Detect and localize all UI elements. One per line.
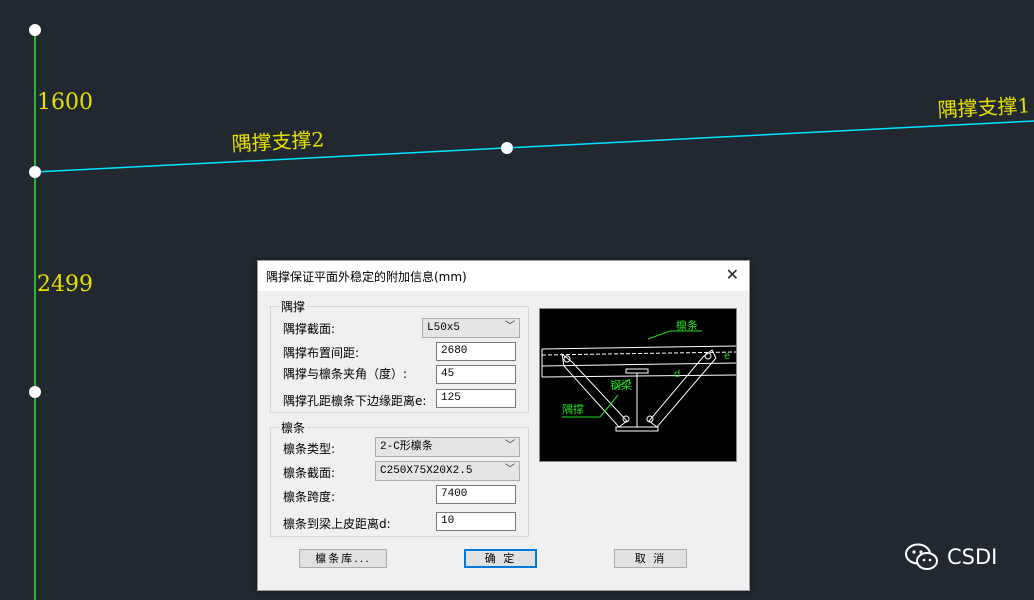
purlin-section-select[interactable]: C250X75X20X2.5 ﹀ (375, 461, 520, 481)
diagram-preview: 檩条 钢梁 隅撑 e d (539, 308, 737, 462)
node-point[interactable] (29, 166, 41, 178)
brace-hole-input[interactable]: 125 (436, 389, 516, 408)
dialog-titlebar[interactable]: 隅撑保证平面外稳定的附加信息(mm) ✕ (258, 261, 749, 291)
purlin-type-select[interactable]: 2-C形檩条 ﹀ (375, 437, 520, 457)
dim-top-label: 1600 (37, 90, 93, 115)
purlin-dist-label: 檩条到梁上皮距离d: (283, 517, 391, 531)
watermark-text: CSDI (947, 545, 998, 569)
cancel-button[interactable]: 取 消 (614, 549, 687, 568)
preview-e-label: e (724, 351, 730, 362)
preview-d-label: d (674, 369, 680, 380)
brace-info-dialog: 隅撑保证平面外稳定的附加信息(mm) ✕ 隅撑 隅撑截面: L50x5 ﹀ 隅撑… (257, 260, 750, 591)
brace-spacing-input[interactable]: 2680 (436, 342, 516, 361)
brace-section-value: L50x5 (427, 322, 461, 334)
close-icon[interactable]: ✕ (726, 265, 739, 284)
preview-beam-label: 钢梁 (610, 378, 632, 392)
watermark: CSDI (905, 543, 997, 571)
brace-line[interactable] (34, 120, 1034, 173)
purlin-library-button[interactable]: 檩条库... (299, 549, 387, 568)
wechat-icon (905, 543, 938, 570)
purlin-span-input[interactable]: 7400 (436, 485, 516, 504)
purlin-group-label: 檩条 (279, 419, 308, 436)
purlin-dist-input[interactable]: 10 (436, 512, 516, 531)
brace-section-label: 隅撑截面: (283, 322, 336, 336)
node-point[interactable] (29, 386, 41, 398)
ok-button[interactable]: 确 定 (464, 549, 537, 568)
preview-purlin-label: 檩条 (676, 318, 698, 332)
purlin-section-value: C250X75X20X2.5 (380, 465, 473, 477)
purlin-type-value: 2-C形檩条 (380, 441, 433, 453)
brace-hole-label: 隅撑孔距檩条下边缘距离e: (283, 394, 427, 408)
node-point[interactable] (29, 24, 41, 36)
brace-section-select[interactable]: L50x5 ﹀ (422, 318, 520, 338)
diagram-svg: 檩条 钢梁 隅撑 e d (541, 318, 737, 432)
dim-bottom-label: 2499 (37, 272, 93, 297)
preview-brace-label: 隅撑 (562, 402, 584, 416)
purlin-span-label: 檩条跨度: (283, 490, 336, 504)
node-point[interactable] (501, 142, 513, 154)
brace-group-label: 隅撑 (279, 298, 308, 315)
brace-angle-input[interactable]: 45 (436, 365, 516, 384)
purlin-type-label: 檩条类型: (283, 442, 336, 456)
brace-spacing-label: 隅撑布置间距: (283, 346, 360, 360)
purlin-section-label: 檩条截面: (283, 466, 336, 480)
brace-label-right: 隅撑支撑1 (937, 93, 1031, 122)
dialog-title: 隅撑保证平面外稳定的附加信息(mm) (266, 270, 467, 284)
chevron-down-icon: ﹀ (505, 322, 515, 333)
chevron-down-icon: ﹀ (505, 465, 515, 476)
brace-angle-label: 隅撑与檩条夹角（度）: (283, 367, 408, 381)
chevron-down-icon: ﹀ (505, 441, 515, 452)
brace-label-left: 隅撑支撑2 (231, 127, 325, 156)
